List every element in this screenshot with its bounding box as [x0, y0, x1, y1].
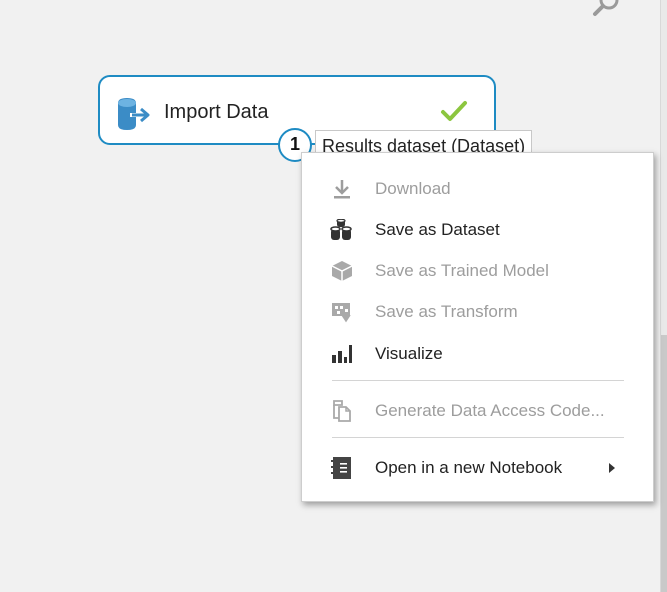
menu-item-label: Open in a new Notebook — [375, 458, 563, 477]
transform-icon — [332, 303, 351, 323]
search-icon[interactable] — [590, 0, 622, 22]
output-context-menu: Download Save as Dataset Save as Trained… — [301, 152, 654, 502]
menu-item-visualize[interactable]: Visualize — [302, 335, 653, 373]
download-icon — [334, 180, 350, 199]
notebook-icon — [331, 457, 351, 479]
import-data-icon — [118, 98, 150, 130]
checkmark-icon — [441, 101, 467, 121]
menu-item-generate-data-access-code[interactable]: Generate Data Access Code... — [302, 392, 653, 430]
menu-item-download[interactable]: Download — [302, 170, 653, 208]
data-access-code-icon — [333, 400, 351, 422]
menu-item-label: Generate Data Access Code... — [375, 401, 605, 420]
experiment-canvas[interactable]: Import Data Results dataset (Dataset) 1 … — [0, 0, 667, 592]
visualize-icon — [332, 345, 352, 363]
menu-item-save-as-transform[interactable]: Save as Transform — [302, 293, 653, 331]
menu-separator — [332, 437, 624, 438]
menu-item-label: Save as Trained Model — [375, 261, 549, 280]
module-title: Import Data — [164, 101, 269, 123]
menu-item-label: Download — [375, 179, 451, 198]
menu-item-label: Visualize — [375, 344, 443, 363]
menu-separator — [332, 380, 624, 381]
save-dataset-icon — [330, 219, 352, 240]
trained-model-icon — [331, 261, 353, 281]
chevron-right-icon — [609, 463, 615, 473]
scrollbar-thumb[interactable] — [661, 335, 667, 592]
menu-item-save-as-dataset[interactable]: Save as Dataset — [302, 211, 653, 249]
menu-item-save-as-trained-model[interactable]: Save as Trained Model — [302, 252, 653, 290]
menu-item-label: Save as Transform — [375, 302, 518, 321]
vertical-scrollbar[interactable] — [660, 0, 667, 592]
menu-item-label: Save as Dataset — [375, 220, 500, 239]
menu-item-open-in-notebook[interactable]: Open in a new Notebook — [302, 449, 653, 487]
